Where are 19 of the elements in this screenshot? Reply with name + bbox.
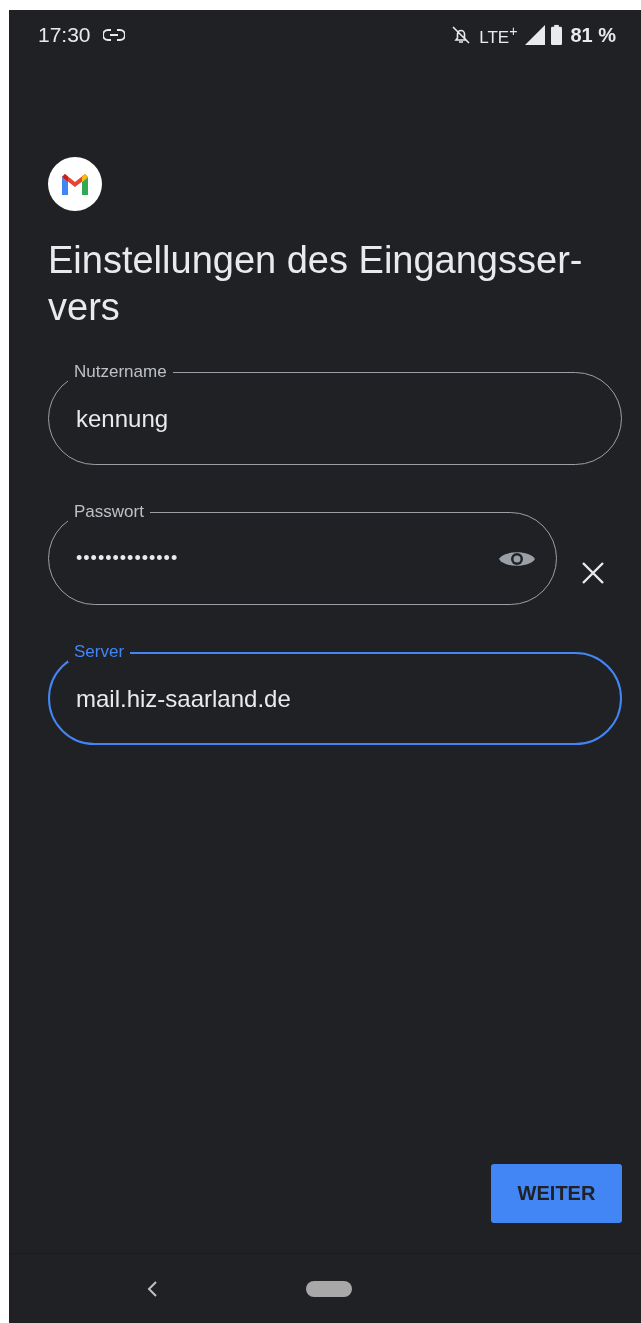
- link-icon: [102, 29, 125, 41]
- input-field[interactable]: Server mail.hiz-saarland.de: [48, 642, 622, 745]
- password-field[interactable]: Passwort ••••••••••••••: [48, 502, 557, 605]
- mail-logo-icon: [48, 157, 102, 211]
- network-type: LTE$^{+}$: [479, 22, 518, 48]
- battery-level: 81 %: [570, 23, 616, 47]
- close-icon[interactable]: [581, 560, 605, 585]
- back-icon[interactable]: [147, 1280, 157, 1297]
- home-handle[interactable]: [306, 1280, 352, 1297]
- signal-icon: [525, 25, 546, 45]
- next-button[interactable]: WEITER: [491, 1164, 622, 1223]
- status-time: 17:30: [38, 23, 91, 47]
- battery-icon: [551, 24, 563, 46]
- field-label: Passwort: [68, 502, 150, 522]
- bell-off-icon: [451, 25, 472, 45]
- page-title: Einstellungen des Eingangsser-vers: [48, 238, 584, 330]
- field-label: Server: [68, 642, 131, 662]
- input-field[interactable]: Nutzername kennung: [48, 362, 622, 465]
- field-label: Nutzername: [68, 362, 173, 382]
